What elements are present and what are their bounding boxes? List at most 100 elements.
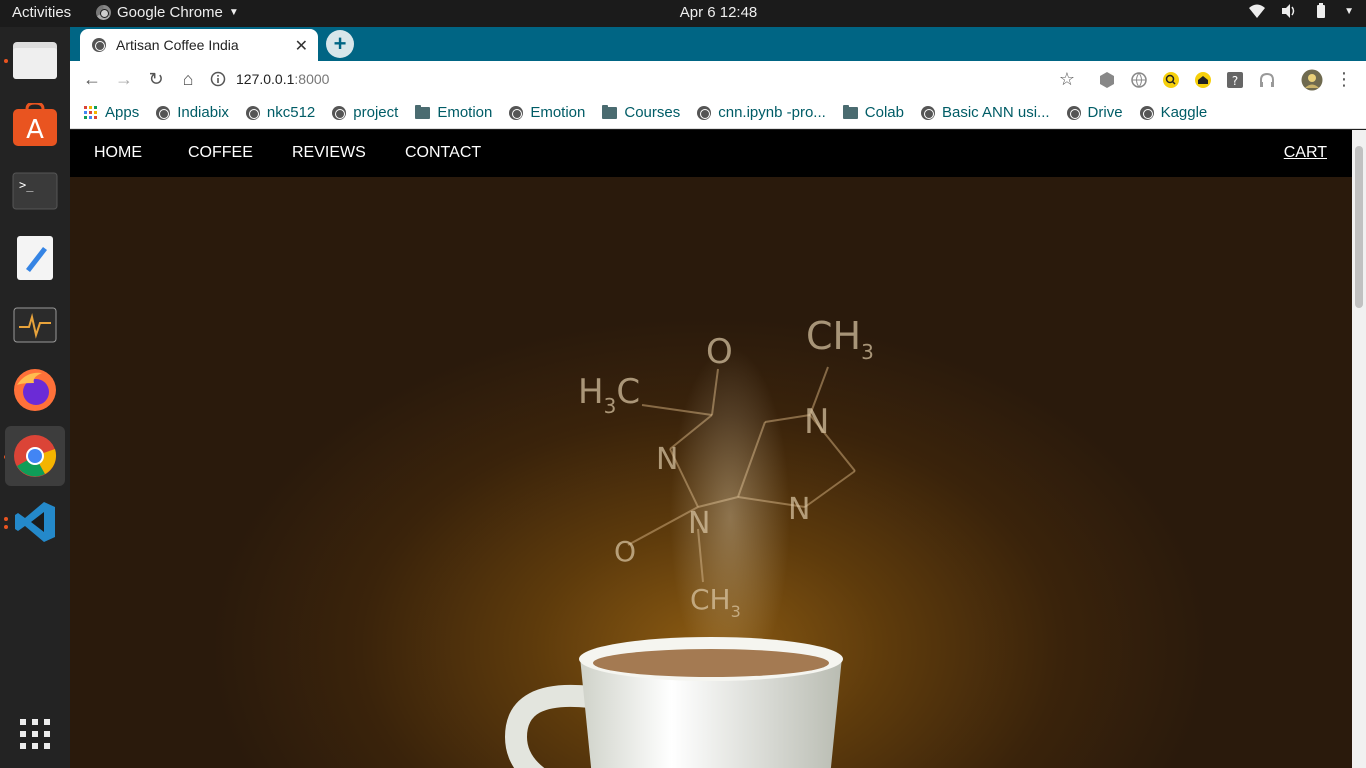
bookmark-label: nkc512 [266, 104, 316, 121]
bookmark-kaggle[interactable]: Kaggle [1139, 104, 1208, 121]
svg-text:>_: >_ [19, 178, 34, 192]
hero-image: O H3C CH3 N N N N O CH3 [70, 177, 1352, 768]
nav-coffee-link[interactable]: COFFEE [188, 144, 253, 162]
site-navbar: HOME COFFEE REVIEWS CONTACT CART [70, 130, 1352, 177]
bookmark-label: Apps [105, 104, 140, 121]
globe-icon [921, 105, 935, 120]
bookmark-folder-emotion[interactable]: Emotion [415, 104, 492, 121]
bookmark-label: Colab [864, 104, 904, 121]
store-icon: A [13, 103, 57, 146]
web-page: HOME COFFEE REVIEWS CONTACT CART O H3C C… [70, 130, 1352, 768]
bookmark-nkc512[interactable]: nkc512 [245, 104, 316, 121]
molecule-label-n-right: N [804, 402, 829, 442]
system-monitor-app-icon[interactable] [5, 295, 65, 355]
apps-grid-icon [20, 719, 50, 749]
globe-icon [509, 105, 524, 120]
tab-strip: Artisan Coffee India ✕ + [70, 27, 1366, 61]
back-icon[interactable]: ← [82, 69, 102, 89]
bookmark-project[interactable]: project [332, 104, 398, 121]
forward-icon[interactable]: → [114, 69, 134, 89]
files-app-icon[interactable] [5, 30, 65, 90]
address-bar[interactable]: 127.0.0.1:8000 [210, 65, 1110, 93]
bookmark-label: cnn.ipynb -pro... [718, 104, 826, 121]
show-applications-button[interactable] [5, 704, 65, 764]
bookmark-apps[interactable]: Apps [84, 104, 139, 121]
bookmark-folder-colab[interactable]: Colab [842, 104, 904, 121]
url-host: 127.0.0.1 [236, 71, 295, 87]
battery-icon [1317, 3, 1326, 18]
headphones-extension-icon[interactable] [1258, 71, 1276, 89]
dock: A >_ [0, 27, 70, 768]
tab-title: Artisan Coffee India [116, 37, 239, 53]
terminal-icon: >_ [12, 172, 58, 210]
chrome-icon [14, 435, 57, 477]
molecule-label-n-mid: N [788, 492, 810, 527]
home-icon[interactable]: ⌂ [178, 69, 198, 89]
url-port: :8000 [294, 71, 330, 87]
chevron-down-icon: ▼ [1344, 5, 1354, 17]
browser-tab[interactable]: Artisan Coffee India ✕ [80, 29, 318, 61]
bookmark-label: Indiabix [177, 104, 229, 121]
bookmark-indiabix[interactable]: Indiabix [156, 104, 229, 121]
folder-icon [602, 104, 618, 119]
coffee-cup [504, 637, 843, 768]
help-extension-icon[interactable]: ? [1226, 71, 1244, 89]
bookmark-cnn-ipynb[interactable]: cnn.ipynb -pro... [697, 104, 826, 121]
vscode-app-icon[interactable] [5, 492, 65, 552]
globe-extension-icon[interactable] [1130, 71, 1148, 89]
folder-icon [842, 104, 858, 119]
bookmark-star-icon[interactable]: ☆ [1057, 69, 1077, 89]
bookmarks-bar: Apps Indiabix nkc512 project Emotion Emo… [70, 97, 1366, 129]
browser-toolbar: ← → ↻ ⌂ 127.0.0.1:8000 ☆ ? ⋮ [70, 61, 1366, 97]
scrollbar-thumb[interactable] [1355, 146, 1363, 308]
system-monitor-icon [13, 307, 57, 343]
chrome-app-icon[interactable] [5, 426, 65, 486]
bookmark-label: Kaggle [1160, 104, 1208, 121]
more-menu-icon[interactable]: ⋮ [1334, 69, 1354, 89]
firefox-app-icon[interactable] [5, 360, 65, 420]
folder-icon [13, 42, 57, 79]
bookmark-basic-ann[interactable]: Basic ANN usi... [921, 104, 1050, 121]
bookmark-label: Drive [1087, 104, 1123, 121]
folder-icon [415, 104, 431, 119]
globe-icon [1139, 105, 1154, 120]
nav-home-link[interactable]: HOME [94, 144, 142, 162]
bookmark-label: Emotion [437, 104, 493, 121]
new-tab-button[interactable]: + [326, 30, 354, 58]
bookmark-drive[interactable]: Drive [1066, 104, 1123, 121]
vscode-icon [15, 502, 55, 542]
volume-icon [1282, 4, 1295, 18]
info-icon [210, 71, 226, 87]
system-tray[interactable]: ▼ [1248, 3, 1354, 19]
molecule-label-o-top: O [706, 332, 733, 372]
nav-reviews-link[interactable]: REVIEWS [292, 144, 366, 162]
search-extension-icon[interactable] [1162, 71, 1180, 89]
text-editor-icon [17, 236, 53, 280]
reload-icon[interactable]: ↻ [146, 69, 166, 89]
home-extension-icon[interactable] [1194, 71, 1212, 89]
close-icon[interactable]: ✕ [295, 36, 308, 56]
molecule-label-n-left: N [656, 442, 678, 477]
molecule-label-ch3-top: CH3 [806, 314, 874, 364]
molecule-label-o-bottom: O [614, 535, 636, 568]
text-editor-app-icon[interactable] [5, 228, 65, 288]
molecule-label-n-bottom: N [688, 506, 710, 541]
nav-contact-link[interactable]: CONTACT [405, 144, 481, 162]
terminal-app-icon[interactable]: >_ [5, 161, 65, 221]
nav-cart-link[interactable]: CART [1284, 144, 1327, 162]
globe-icon [332, 105, 347, 120]
globe-icon [92, 38, 106, 52]
bookmark-label: project [353, 104, 399, 121]
firefox-icon [14, 369, 56, 411]
clock[interactable]: Apr 6 12:48 [0, 4, 1366, 21]
apps-icon [84, 105, 98, 120]
bookmark-folder-courses[interactable]: Courses [602, 104, 680, 121]
software-app-icon[interactable]: A [5, 95, 65, 155]
bookmark-label: Courses [624, 104, 681, 121]
page-scrollbar[interactable] [1352, 130, 1366, 768]
profile-avatar[interactable] [1301, 69, 1323, 91]
bookmark-emotion[interactable]: Emotion [509, 104, 585, 121]
molecule-label-h3c: H3C [578, 372, 640, 418]
wifi-icon [1249, 4, 1266, 18]
cube-extension-icon[interactable] [1098, 71, 1116, 89]
